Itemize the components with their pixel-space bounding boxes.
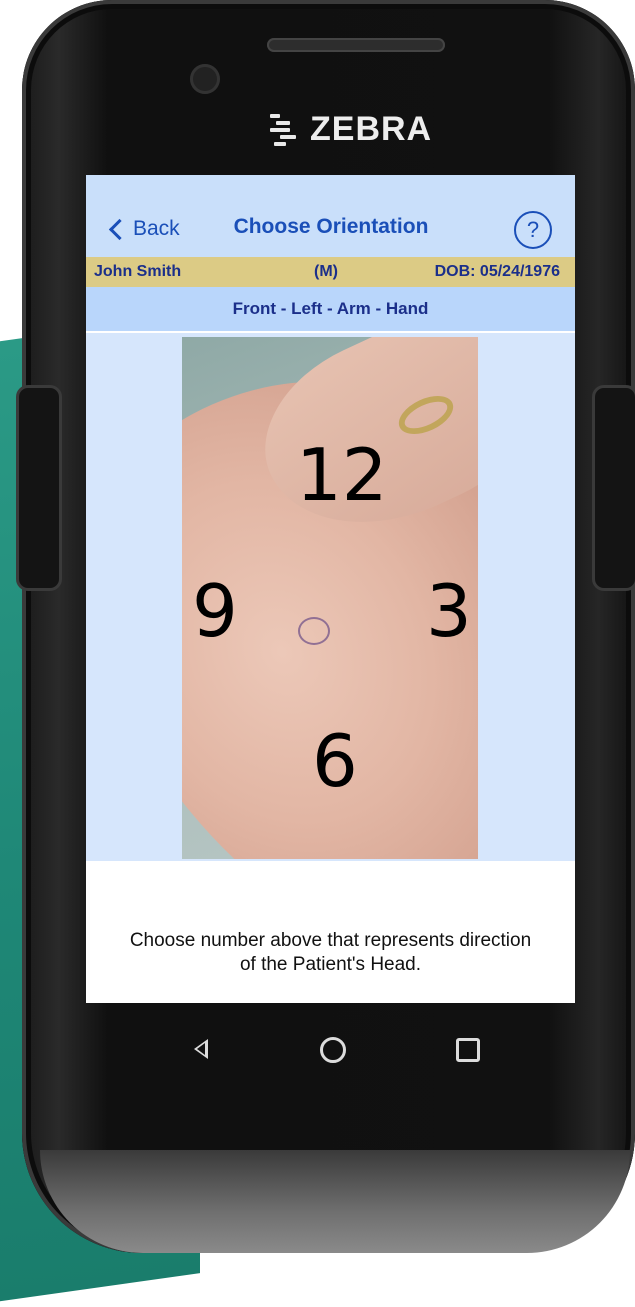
instruction-text: Choose number above that represents dire… [86,929,575,977]
orientation-9-button[interactable]: 9 [192,575,238,647]
back-button-label: Back [133,217,180,240]
orientation-12-button[interactable]: 12 [296,439,388,511]
patient-sex: (M) [314,263,338,280]
brand-name: ZEBRA [310,109,433,148]
patient-dob: DOB: 05/24/1976 [434,263,560,280]
system-navigation-bar [86,1003,575,1093]
patient-name: John Smith [94,263,182,280]
body-location-label: Front - Left - Arm - Hand [86,287,575,331]
page-title: Choose Orientation [233,215,429,238]
square-recent-icon[interactable] [456,1038,480,1062]
triangle-back-icon[interactable] [194,1039,208,1059]
app-screen: Back Choose Orientation ? John Smith (M)… [86,175,575,1003]
instruction-line-2: of the Patient's Head. [239,954,422,975]
front-camera [190,64,220,94]
side-button-right [592,385,635,591]
zebra-logo-icon [266,110,304,148]
chevron-left-icon [108,218,131,240]
device-bottom-bezel [40,1150,630,1253]
lesion-marker [298,617,330,645]
patient-info-bar: John Smith (M) DOB: 05/24/1976 [86,257,575,287]
instruction-line-1: Choose number above that represents dire… [129,930,532,951]
orientation-3-button[interactable]: 3 [426,575,472,647]
navigation-bar: Back Choose Orientation ? [86,175,575,257]
orientation-6-button[interactable]: 6 [312,725,358,797]
orientation-image-area: 12 9 3 6 [86,333,575,861]
question-circle-icon: ? [526,217,540,242]
help-button[interactable]: ? [514,211,552,249]
back-button[interactable]: Back [108,215,180,243]
speaker-grille [267,38,445,52]
circle-home-icon[interactable] [320,1037,346,1063]
brand-logo: ZEBRA [266,104,466,154]
side-button-left [16,385,62,591]
